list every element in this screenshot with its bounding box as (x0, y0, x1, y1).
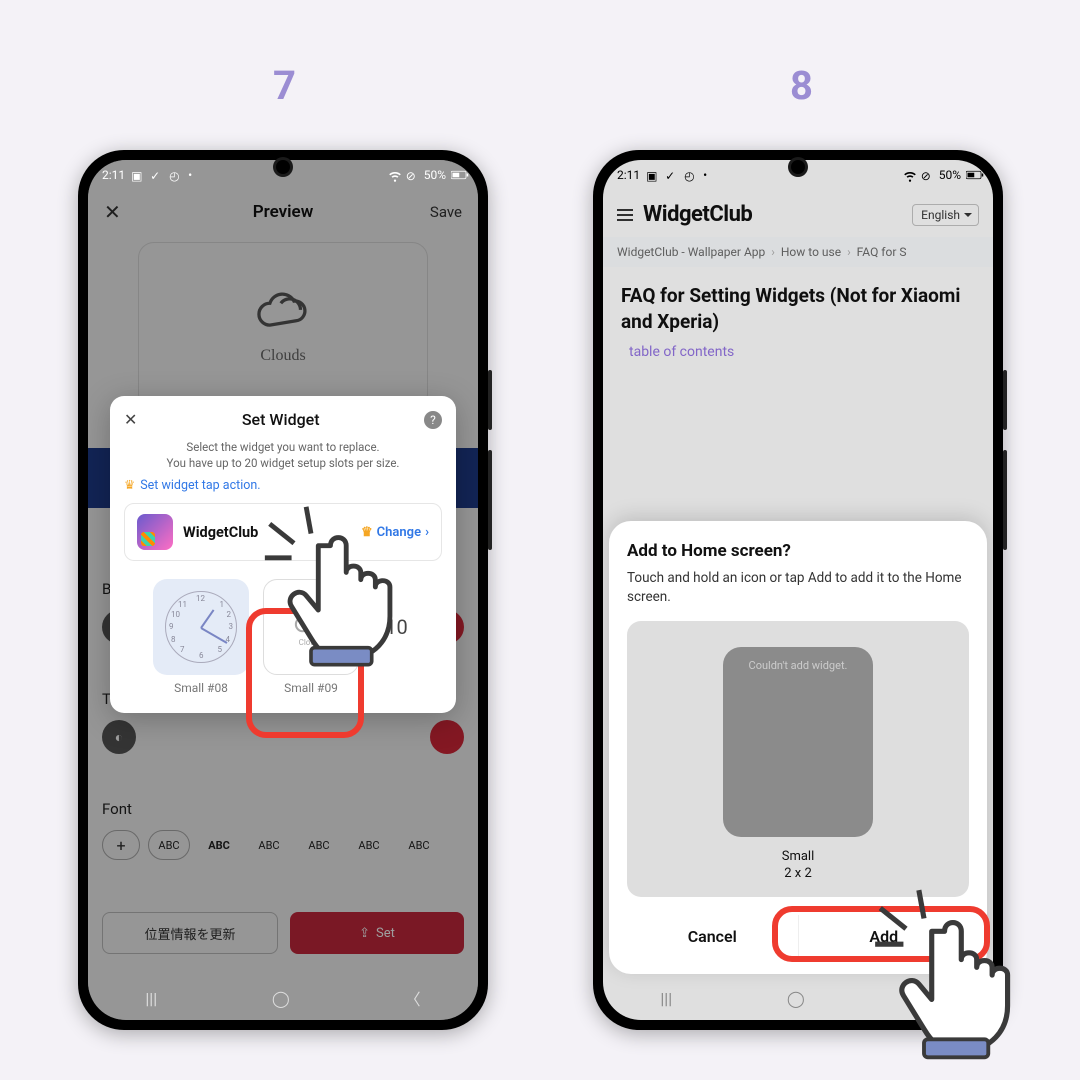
recents-icon[interactable]: ||| (660, 989, 672, 1008)
hamburger-icon[interactable] (617, 209, 633, 221)
widget-size-label: Small 2 x 2 (647, 849, 949, 883)
page-title: FAQ for Setting Widgets (Not for Xiaomi … (603, 267, 993, 344)
update-location-button[interactable]: 位置情報を更新 (102, 912, 278, 954)
chevron-right-icon: › (847, 245, 851, 259)
step-number-8: 8 (790, 62, 813, 109)
modal-title: Set Widget (137, 410, 424, 429)
camera-hole (791, 160, 805, 174)
preview-topbar: ✕ Preview Save (88, 190, 478, 234)
widgetclub-logo: WidgetClub (643, 202, 752, 227)
provider-name: WidgetClub (183, 524, 258, 541)
image-icon: ▣ (131, 169, 144, 182)
cloud-icon (248, 287, 318, 341)
breadcrumb-item[interactable]: How to use (781, 245, 841, 259)
widgetclub-header: WidgetClub English (603, 190, 993, 237)
modal-description: Select the widget you want to replace. Y… (124, 439, 442, 471)
set-button-label: Set (376, 926, 395, 941)
sheet-description: Touch and hold an icon or tap Add to add… (627, 569, 969, 607)
modal-close-icon[interactable]: ✕ (124, 410, 137, 429)
sheet-title: Add to Home screen? (627, 541, 969, 561)
camera-hole (276, 160, 290, 174)
clock-icon: 12 3 6 9 11 1 2 4 5 7 8 10 (165, 591, 237, 663)
section-label-font: Font (102, 800, 132, 818)
image-icon: ▣ (646, 169, 659, 182)
status-time: 2:11 (617, 168, 640, 182)
set-button[interactable]: ⇪ Set (290, 912, 464, 954)
status-time: 2:11 (102, 168, 125, 182)
widget-error-text: Couldn't add widget. (749, 659, 848, 672)
language-select[interactable]: English (912, 204, 979, 226)
home-icon[interactable]: ◯ (272, 989, 290, 1008)
table-of-contents-link[interactable]: table of contents (603, 344, 993, 360)
battery-icon (451, 169, 464, 182)
breadcrumb: WidgetClub - Wallpaper App › How to use … (603, 237, 993, 267)
more-dot: • (703, 168, 707, 182)
tap-hand-cursor (870, 885, 1050, 1065)
widget-placeholder: Couldn't add widget. (723, 647, 873, 837)
wifi-icon (388, 169, 401, 182)
wifi-icon (903, 169, 916, 182)
tap-hand-cursor (260, 502, 430, 672)
chevron-right-icon: › (771, 245, 775, 259)
widget-preview-area[interactable]: Couldn't add widget. Small 2 x 2 (627, 621, 969, 897)
slot-label: Small #09 (263, 681, 359, 695)
sync-icon: ◴ (684, 169, 697, 182)
set-tap-action-link[interactable]: ♛ Set widget tap action. (124, 477, 442, 493)
upload-icon: ⇪ (359, 926, 370, 941)
font-option[interactable]: ABC (348, 830, 390, 860)
theme-option[interactable]: ◐ (102, 720, 136, 754)
home-icon[interactable]: ◯ (787, 989, 805, 1008)
battery-icon (966, 169, 979, 182)
battery-percent: 50% (939, 168, 961, 182)
recents-icon[interactable]: ||| (145, 989, 157, 1008)
no-sim-icon: ⊘ (921, 169, 934, 182)
check-icon: ✓ (665, 169, 678, 182)
font-option[interactable]: ABC (148, 830, 190, 860)
font-option[interactable]: ABC (398, 830, 440, 860)
add-font-button[interactable]: + (102, 830, 140, 860)
widget-preview-card: Clouds (138, 242, 428, 410)
no-sim-icon: ⊘ (406, 169, 419, 182)
android-nav-bar: ||| ◯ 〈 (88, 976, 478, 1020)
breadcrumb-item[interactable]: FAQ for S (857, 245, 907, 259)
weather-label: Clouds (260, 347, 305, 365)
font-option[interactable]: ABC (198, 830, 240, 860)
crown-icon: ♛ (124, 477, 135, 493)
cancel-button[interactable]: Cancel (627, 915, 798, 958)
widget-slot-8[interactable]: 12 3 6 9 11 1 2 4 5 7 8 10 (153, 579, 249, 695)
font-row: + ABC ABC ABC ABC ABC ABC (102, 830, 464, 860)
battery-percent: 50% (424, 168, 446, 182)
page-title: Preview (88, 202, 478, 222)
theme-row: ◐ (102, 720, 464, 754)
help-icon[interactable]: ? (424, 411, 442, 429)
slot-label: Small #08 (153, 681, 249, 695)
font-option[interactable]: ABC (248, 830, 290, 860)
breadcrumb-item[interactable]: WidgetClub - Wallpaper App (617, 245, 765, 259)
back-icon[interactable]: 〈 (405, 986, 421, 1010)
font-option[interactable]: ABC (298, 830, 340, 860)
check-icon: ✓ (150, 169, 163, 182)
bottom-buttons: 位置情報を更新 ⇪ Set (102, 912, 464, 954)
color-red-option[interactable] (430, 720, 464, 754)
sync-icon: ◴ (169, 169, 182, 182)
widgetclub-app-icon (137, 514, 173, 550)
step-number-7: 7 (273, 62, 296, 109)
more-dot: • (188, 168, 192, 182)
